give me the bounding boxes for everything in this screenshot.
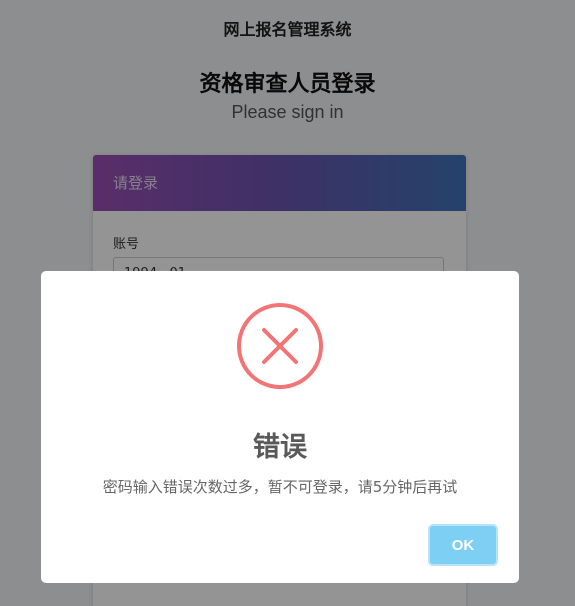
login-page: 网上报名管理系统 资格审查人员登录 Please sign in 请登录 账号 …: [0, 0, 575, 606]
error-x-icon: [237, 303, 323, 389]
dialog-title: 错误: [253, 432, 307, 463]
error-dialog: 错误 密码输入错误次数过多，暂不可登录，请5分钟后再试 OK: [41, 271, 519, 583]
dialog-message: 密码输入错误次数过多，暂不可登录，请5分钟后再试: [102, 478, 458, 496]
ok-button[interactable]: OK: [428, 524, 498, 566]
